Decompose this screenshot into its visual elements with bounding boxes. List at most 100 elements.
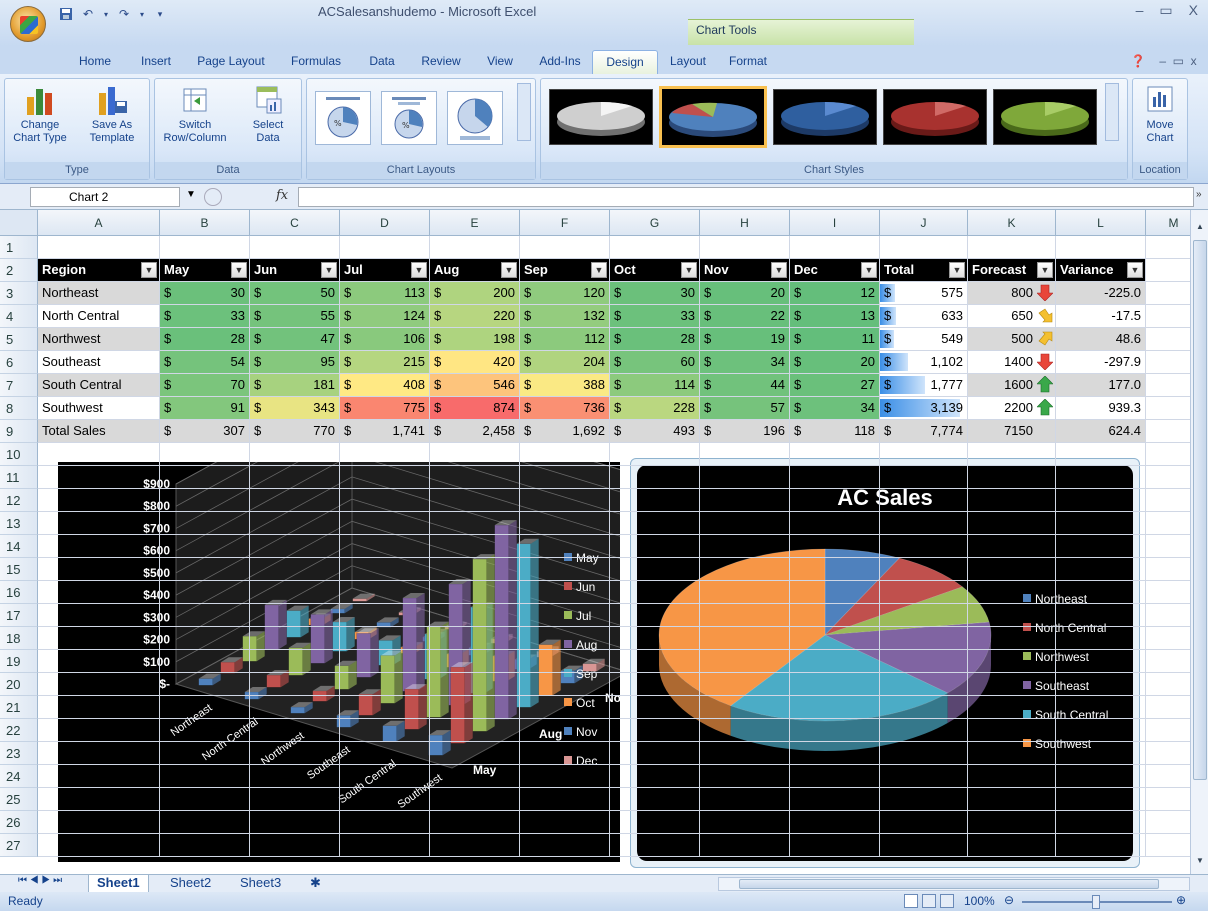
cell[interactable] (1146, 604, 1190, 627)
cell[interactable] (968, 489, 1056, 512)
cell[interactable] (160, 742, 250, 765)
cell[interactable] (520, 604, 610, 627)
cell[interactable] (250, 742, 340, 765)
cell[interactable] (700, 742, 790, 765)
cell[interactable] (968, 673, 1056, 696)
cell[interactable] (38, 443, 160, 466)
variance-cell[interactable]: 939.3 (1056, 397, 1146, 420)
tab-format[interactable]: Format (718, 50, 778, 74)
forecast-cell[interactable]: 2200 (968, 397, 1056, 420)
cell[interactable] (880, 512, 968, 535)
scroll-down-icon[interactable]: ▼ (1193, 856, 1207, 870)
cell[interactable] (430, 489, 520, 512)
row-header-1[interactable]: 1 (0, 236, 38, 259)
redo-icon[interactable]: ↷ (116, 6, 132, 22)
filter-dropdown-icon[interactable]: ▼ (681, 262, 697, 278)
cell[interactable] (160, 696, 250, 719)
cell[interactable] (430, 742, 520, 765)
row-header-16[interactable]: 16 (0, 581, 38, 604)
region-cell[interactable]: Southeast (38, 351, 160, 374)
row-header-20[interactable]: 20 (0, 673, 38, 696)
chart-style-1[interactable] (549, 89, 653, 145)
value-cell[interactable]: $33 (160, 305, 250, 328)
filter-dropdown-icon[interactable]: ▼ (141, 262, 157, 278)
chart-style-5[interactable] (993, 89, 1097, 145)
value-cell[interactable]: $388 (520, 374, 610, 397)
tab-formulas[interactable]: Formulas (278, 50, 354, 74)
region-cell[interactable]: Northeast (38, 282, 160, 305)
cell[interactable] (38, 696, 160, 719)
cell[interactable] (790, 719, 880, 742)
cell[interactable] (790, 788, 880, 811)
cell[interactable] (880, 535, 968, 558)
cell[interactable] (340, 512, 430, 535)
col-header-i[interactable]: I (790, 210, 880, 235)
value-cell[interactable]: $28 (160, 328, 250, 351)
cell[interactable] (700, 512, 790, 535)
scroll-up-icon[interactable]: ▲ (1193, 222, 1207, 236)
cell[interactable] (1056, 535, 1146, 558)
value-cell[interactable]: $343 (250, 397, 340, 420)
value-cell[interactable]: $204 (520, 351, 610, 374)
cell[interactable] (38, 811, 160, 834)
value-cell[interactable]: $874 (430, 397, 520, 420)
cell[interactable] (1146, 374, 1190, 397)
value-cell[interactable]: $114 (610, 374, 700, 397)
cell[interactable] (700, 443, 790, 466)
cell[interactable] (1056, 627, 1146, 650)
cell[interactable] (700, 236, 790, 259)
cell[interactable] (1056, 512, 1146, 535)
value-cell[interactable]: $775 (340, 397, 430, 420)
col-header-g[interactable]: G (610, 210, 700, 235)
cell[interactable] (610, 696, 700, 719)
cell[interactable] (1146, 305, 1190, 328)
total-cell[interactable]: $633 (880, 305, 968, 328)
value-cell[interactable]: $420 (430, 351, 520, 374)
cell[interactable] (968, 558, 1056, 581)
totals-value-cell[interactable]: $307 (160, 420, 250, 443)
cell[interactable] (790, 512, 880, 535)
cell[interactable] (38, 489, 160, 512)
cell[interactable] (1056, 466, 1146, 489)
value-cell[interactable]: $47 (250, 328, 340, 351)
cell[interactable] (160, 788, 250, 811)
cell[interactable] (610, 719, 700, 742)
totals-value-cell[interactable]: $1,741 (340, 420, 430, 443)
cell[interactable] (610, 443, 700, 466)
cell[interactable] (160, 673, 250, 696)
cell[interactable] (160, 466, 250, 489)
cell[interactable] (38, 627, 160, 650)
cell[interactable] (610, 581, 700, 604)
undo-icon[interactable]: ↶ (80, 6, 96, 22)
cell[interactable] (790, 535, 880, 558)
total-cell[interactable]: $1,102 (880, 351, 968, 374)
cell[interactable] (250, 650, 340, 673)
value-cell[interactable]: $44 (700, 374, 790, 397)
cell[interactable] (1146, 420, 1190, 443)
table-header-cell[interactable]: Total ▼ (880, 259, 968, 282)
value-cell[interactable]: $124 (340, 305, 430, 328)
cell[interactable] (880, 627, 968, 650)
cell[interactable] (968, 581, 1056, 604)
cell[interactable] (340, 765, 430, 788)
forecast-total-cell[interactable]: 7150 (968, 420, 1056, 443)
cell[interactable] (1146, 650, 1190, 673)
cell[interactable] (340, 236, 430, 259)
value-cell[interactable]: $198 (430, 328, 520, 351)
cell[interactable] (1056, 788, 1146, 811)
name-box-dropdown-icon[interactable]: ▼ (186, 189, 196, 200)
cell[interactable] (790, 236, 880, 259)
cell[interactable] (340, 788, 430, 811)
cell[interactable] (38, 765, 160, 788)
cell[interactable] (610, 765, 700, 788)
variance-cell[interactable]: 48.6 (1056, 328, 1146, 351)
workbook-controls[interactable]: – ▭ x (1148, 50, 1208, 74)
name-box[interactable]: Chart 2 (30, 187, 180, 207)
cell[interactable] (520, 512, 610, 535)
cell[interactable] (160, 443, 250, 466)
cell[interactable] (38, 719, 160, 742)
cell[interactable] (968, 696, 1056, 719)
cell[interactable] (340, 604, 430, 627)
totals-value-cell[interactable]: $770 (250, 420, 340, 443)
row-header-5[interactable]: 5 (0, 328, 38, 351)
